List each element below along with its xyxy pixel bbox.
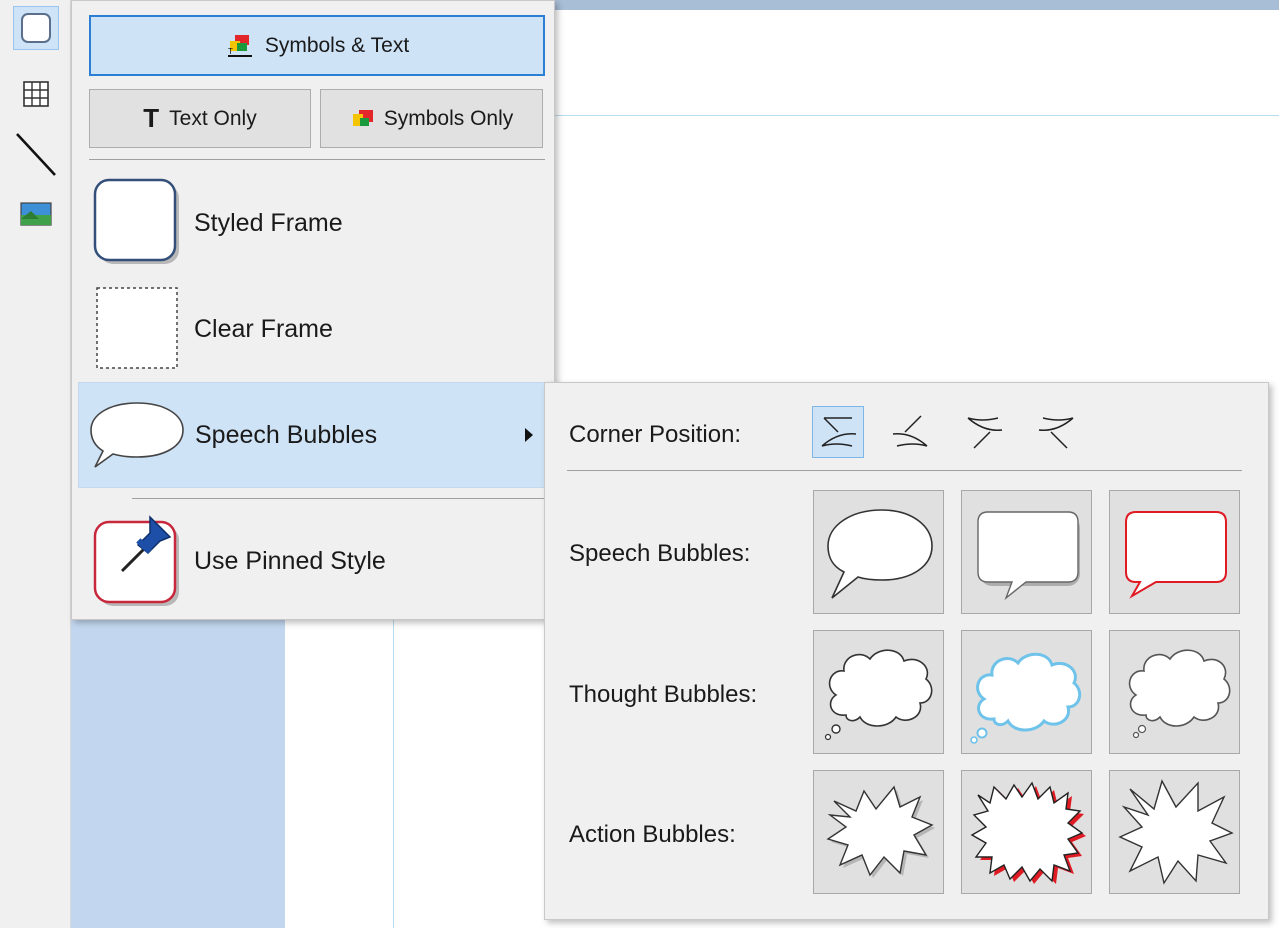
pinned-style-label: Use Pinned Style xyxy=(194,546,386,575)
thought-bubbles-row-label: Thought Bubbles: xyxy=(569,681,758,708)
cloud-thought-bubble-icon xyxy=(824,649,932,741)
submenu-divider xyxy=(567,470,1242,471)
starburst-action-bubble-icon xyxy=(825,785,935,878)
symbols-icon xyxy=(352,109,373,126)
styled-frame-icon xyxy=(93,178,179,264)
red-starburst-action-bubble-icon xyxy=(970,781,1086,884)
line-tool-button[interactable] xyxy=(13,132,59,176)
symbols-only-label: Symbols Only xyxy=(383,106,514,130)
pinned-style-icon xyxy=(93,515,179,606)
speech-bubble-icon xyxy=(90,402,184,468)
frame-tool-button[interactable] xyxy=(13,6,59,50)
menu-divider xyxy=(132,498,545,499)
corner-option-top-right[interactable] xyxy=(1031,406,1083,458)
spiky-action-bubble-icon xyxy=(1117,779,1234,885)
thought-bubble-grey-option[interactable] xyxy=(1109,630,1240,754)
thought-bubble-plain-option[interactable] xyxy=(813,630,944,754)
grey-cloud-thought-bubble-icon xyxy=(1128,649,1230,739)
corner-bottom-left-icon xyxy=(821,417,857,447)
symbols-and-text-button[interactable]: T Symbols & Text xyxy=(89,15,545,76)
rounded-rect-icon xyxy=(21,13,51,43)
grid-icon xyxy=(23,81,49,107)
speech-bubble-oval-option[interactable] xyxy=(813,490,944,614)
menu-divider xyxy=(89,159,545,160)
table-tool-button[interactable] xyxy=(13,72,59,116)
styled-frame-label: Styled Frame xyxy=(194,208,343,237)
use-pinned-style-item[interactable]: Use Pinned Style xyxy=(78,509,548,613)
document-top-band xyxy=(548,0,1279,10)
line-icon xyxy=(16,133,56,176)
guide-line xyxy=(548,115,1279,116)
speech-bubble-rect-option[interactable] xyxy=(961,490,1092,614)
symbols-and-text-label: Symbols & Text xyxy=(264,33,410,57)
oval-speech-bubble-icon xyxy=(826,509,933,599)
corner-top-right-icon xyxy=(1038,417,1074,449)
corner-option-bottom-right[interactable] xyxy=(885,406,937,458)
corner-option-bottom-left[interactable] xyxy=(812,406,864,458)
blue-cloud-thought-bubble-icon xyxy=(969,652,1081,744)
clear-frame-label: Clear Frame xyxy=(194,314,333,343)
speech-bubbles-submenu: Corner Position: Speech Bubbles: Thought… xyxy=(544,382,1269,920)
action-bubble-grey-option[interactable] xyxy=(1109,770,1240,894)
corner-option-top-left[interactable] xyxy=(958,406,1010,458)
corner-position-label: Corner Position: xyxy=(569,421,742,448)
action-bubble-red-option[interactable] xyxy=(961,770,1092,894)
frame-menu: T Symbols & Text T Text Only Symbols Onl… xyxy=(71,0,555,620)
corner-bottom-right-icon xyxy=(892,415,928,447)
action-bubble-plain-option[interactable] xyxy=(813,770,944,894)
symbols-text-icon: T xyxy=(227,34,252,57)
guide-line xyxy=(393,600,394,928)
speech-bubble-red-option[interactable] xyxy=(1109,490,1240,614)
corner-top-left-icon xyxy=(967,417,1003,449)
action-bubbles-row-label: Action Bubbles: xyxy=(569,821,736,848)
speech-bubbles-item[interactable]: Speech Bubbles xyxy=(78,382,548,488)
svg-text:T: T xyxy=(228,47,233,56)
image-tool-button[interactable] xyxy=(13,192,59,236)
red-speech-bubble-icon xyxy=(1124,511,1227,599)
submenu-arrow-icon xyxy=(525,428,533,442)
symbols-only-button[interactable]: Symbols Only xyxy=(320,89,543,148)
text-t-icon: T xyxy=(143,103,160,133)
text-only-label: Text Only xyxy=(169,106,257,130)
clear-frame-item[interactable]: Clear Frame xyxy=(78,279,548,379)
clear-frame-icon xyxy=(96,287,178,369)
text-only-button[interactable]: T Text Only xyxy=(89,89,311,148)
thought-bubble-blue-option[interactable] xyxy=(961,630,1092,754)
document-side-panel xyxy=(71,600,285,928)
landscape-image-icon xyxy=(20,202,52,226)
styled-frame-item[interactable]: Styled Frame xyxy=(78,171,548,275)
rect-speech-bubble-icon xyxy=(976,511,1080,601)
tool-strip xyxy=(0,0,71,928)
speech-bubbles-row-label: Speech Bubbles: xyxy=(569,540,751,567)
speech-bubbles-label: Speech Bubbles xyxy=(195,420,378,449)
